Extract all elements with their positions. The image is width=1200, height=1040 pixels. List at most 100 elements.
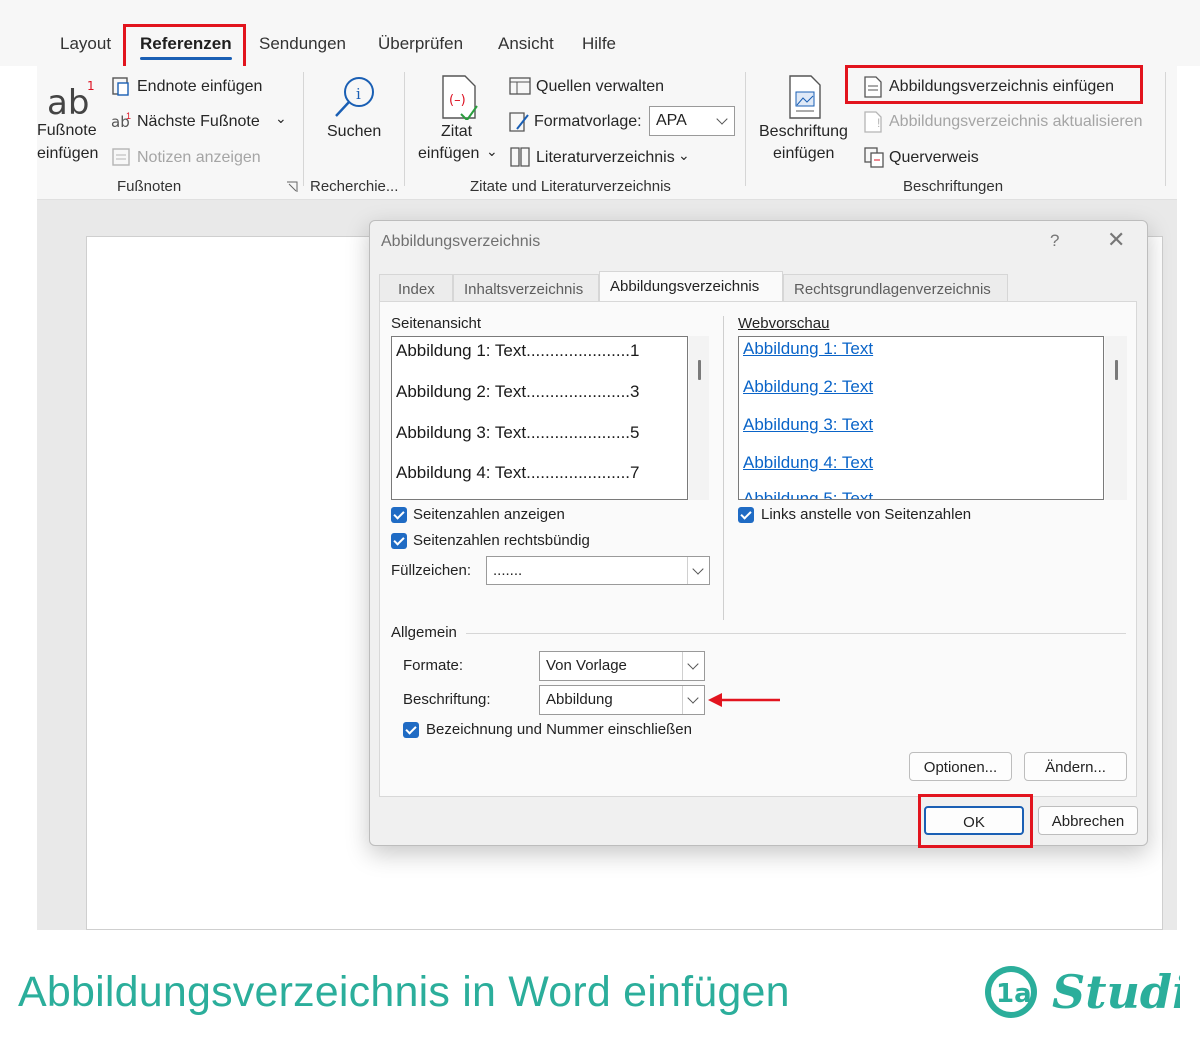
tab-label: Abbildungsverzeichnis <box>610 278 760 295</box>
formats-dropdown[interactable]: Von Vorlage <box>539 651 705 681</box>
bibliography-chevron-icon[interactable]: ⌄ <box>678 147 690 164</box>
caption-label[interactable]: Beschriftung <box>759 123 848 141</box>
tab-layout[interactable]: Layout <box>60 34 111 54</box>
help-icon[interactable]: ? <box>1050 231 1059 251</box>
print-preview-scrollbar[interactable] <box>689 336 709 500</box>
web-preview-link: Abbildung 2: Text <box>743 377 874 396</box>
tab-ansicht[interactable]: Ansicht <box>498 34 554 54</box>
ribbon-separator <box>303 72 304 186</box>
tab-leader-value: ....... <box>493 562 523 579</box>
svg-text:(–): (–) <box>449 93 466 108</box>
fussnote-label[interactable]: Fußnote <box>37 122 97 140</box>
vertical-divider <box>723 316 724 620</box>
cancel-button[interactable]: Abbrechen <box>1038 806 1138 835</box>
show-page-numbers-checkbox[interactable] <box>391 507 407 523</box>
ribbon-separator <box>745 72 746 186</box>
caption-label-label: Beschriftung: <box>403 691 491 708</box>
citation-icon[interactable]: (–) <box>439 74 479 125</box>
show-page-numbers-label[interactable]: Seitenzahlen anzeigen <box>413 506 565 523</box>
tab-abbildungsverzeichnis[interactable]: Abbildungsverzeichnis <box>599 271 783 302</box>
print-preview-label: Seitenansicht <box>391 315 482 332</box>
search-button[interactable]: Suchen <box>327 123 381 141</box>
style-label: Formatvorlage: <box>534 113 642 130</box>
insert-caption-icon[interactable] <box>787 74 823 125</box>
tab-panel: Seitenansicht Abbildung 1: Text.........… <box>379 301 1137 797</box>
web-preview-link: Abbildung 3: Text <box>743 415 874 434</box>
manage-sources-button[interactable]: Quellen verwalten <box>536 78 664 96</box>
style-dropdown-value: APA <box>656 112 687 129</box>
close-icon[interactable]: ✕ <box>1107 227 1125 253</box>
tab-inhaltsverzeichnis[interactable]: Inhaltsverzeichnis <box>453 274 599 302</box>
highlight-insert-table-of-figures <box>845 65 1143 104</box>
options-button[interactable]: Optionen... <box>909 752 1012 781</box>
web-preview-link: Abbildung 4: Text <box>743 453 874 472</box>
zitat-label[interactable]: Zitat <box>441 123 472 141</box>
group-label-zitate: Zitate und Literaturverzeichnis <box>470 178 671 195</box>
caption-label-dropdown[interactable]: Abbildung <box>539 685 705 715</box>
highlight-ok-button <box>918 794 1033 848</box>
fussnote-label-2[interactable]: einfügen <box>37 145 98 163</box>
style-icon <box>507 111 531 138</box>
tab-rechtsgrundlagenverzeichnis[interactable]: Rechtsgrundlagenverzeichnis <box>783 274 1008 302</box>
tab-label: Inhaltsverzeichnis <box>464 281 584 298</box>
right-align-page-numbers-label[interactable]: Seitenzahlen rechtsbündig <box>413 532 590 549</box>
include-label-number-label[interactable]: Bezeichnung und Nummer einschließen <box>426 721 692 738</box>
ribbon-separator <box>404 72 405 186</box>
tab-index[interactable]: Index <box>379 274 453 302</box>
web-preview-label: Webvorschau <box>738 315 830 332</box>
style-dropdown[interactable]: APA <box>649 106 735 136</box>
modify-button[interactable]: Ändern... <box>1024 752 1127 781</box>
tab-hilfe[interactable]: Hilfe <box>582 34 616 54</box>
chevron-down-icon[interactable] <box>682 686 704 714</box>
web-preview-scrollbar[interactable] <box>1105 336 1127 500</box>
general-section-label: Allgemein <box>391 624 457 641</box>
tab-leader-label: Füllzeichen: <box>391 562 472 579</box>
tab-sendungen[interactable]: Sendungen <box>259 34 346 54</box>
print-preview-line: Abbildung 4: Text......................7 <box>396 463 640 482</box>
right-align-page-numbers-checkbox[interactable] <box>391 533 407 549</box>
brand-logo: 1a Studi <box>980 962 1190 1031</box>
web-preview-box: Abbildung 1: Text Abbildung 2: Text Abbi… <box>738 336 1104 500</box>
svg-text:i: i <box>356 85 361 103</box>
dialog-launcher-icon[interactable] <box>286 180 298 198</box>
next-footnote-chevron-icon[interactable]: ⌄ <box>275 110 287 127</box>
next-footnote-button[interactable]: Nächste Fußnote <box>137 113 260 131</box>
cross-reference-button[interactable]: Querverweis <box>889 149 979 167</box>
print-preview-line: Abbildung 2: Text......................3 <box>396 382 640 401</box>
section-divider <box>466 633 1126 634</box>
tab-label: Index <box>398 281 435 298</box>
hyperlinks-label[interactable]: Links anstelle von Seitenzahlen <box>761 506 971 523</box>
hyperlinks-checkbox[interactable] <box>738 507 754 523</box>
footnote-icon[interactable]: ab 1 <box>45 74 95 123</box>
ribbon-separator <box>1165 72 1166 186</box>
zitat-chevron-icon[interactable]: ⌄ <box>486 143 498 160</box>
show-notes-button[interactable]: Notizen anzeigen <box>137 149 261 167</box>
scrollbar-thumb[interactable] <box>1115 360 1118 380</box>
endnote-button[interactable]: Endnote einfügen <box>137 78 262 96</box>
caption-label-2[interactable]: einfügen <box>773 145 834 163</box>
tab-label: Rechtsgrundlagenverzeichnis <box>794 281 991 298</box>
bibliography-button[interactable]: Literaturverzeichnis <box>536 149 675 167</box>
print-preview-box: Abbildung 1: Text......................1… <box>391 336 688 500</box>
manage-sources-icon <box>509 76 531 101</box>
endnote-icon <box>111 76 131 101</box>
tab-ueberpruefen[interactable]: Überprüfen <box>378 34 463 54</box>
print-preview-line: Abbildung 1: Text......................1 <box>396 341 640 360</box>
search-icon[interactable]: i <box>331 74 377 125</box>
footer-title: Abbildungsverzeichnis in Word einfügen <box>18 968 790 1016</box>
include-label-number-checkbox[interactable] <box>403 722 419 738</box>
group-label-beschriftungen: Beschriftungen <box>903 178 1004 195</box>
update-table-button[interactable]: Abbildungsverzeichnis aktualisieren <box>889 113 1142 131</box>
scrollbar-thumb[interactable] <box>698 360 701 380</box>
chevron-down-icon[interactable] <box>682 652 704 680</box>
chevron-down-icon[interactable] <box>687 557 709 584</box>
bibliography-icon <box>509 146 531 173</box>
svg-text:1: 1 <box>87 79 95 93</box>
caption-label-value: Abbildung <box>546 691 613 708</box>
logo-mark: 1a <box>996 979 1032 1009</box>
chevron-down-icon[interactable] <box>712 107 734 135</box>
zitat-label-2[interactable]: einfügen <box>418 145 479 163</box>
update-table-icon: ! <box>863 111 883 138</box>
tab-leader-dropdown[interactable]: ....... <box>486 556 710 585</box>
group-label-fussnoten: Fußnoten <box>117 178 182 195</box>
